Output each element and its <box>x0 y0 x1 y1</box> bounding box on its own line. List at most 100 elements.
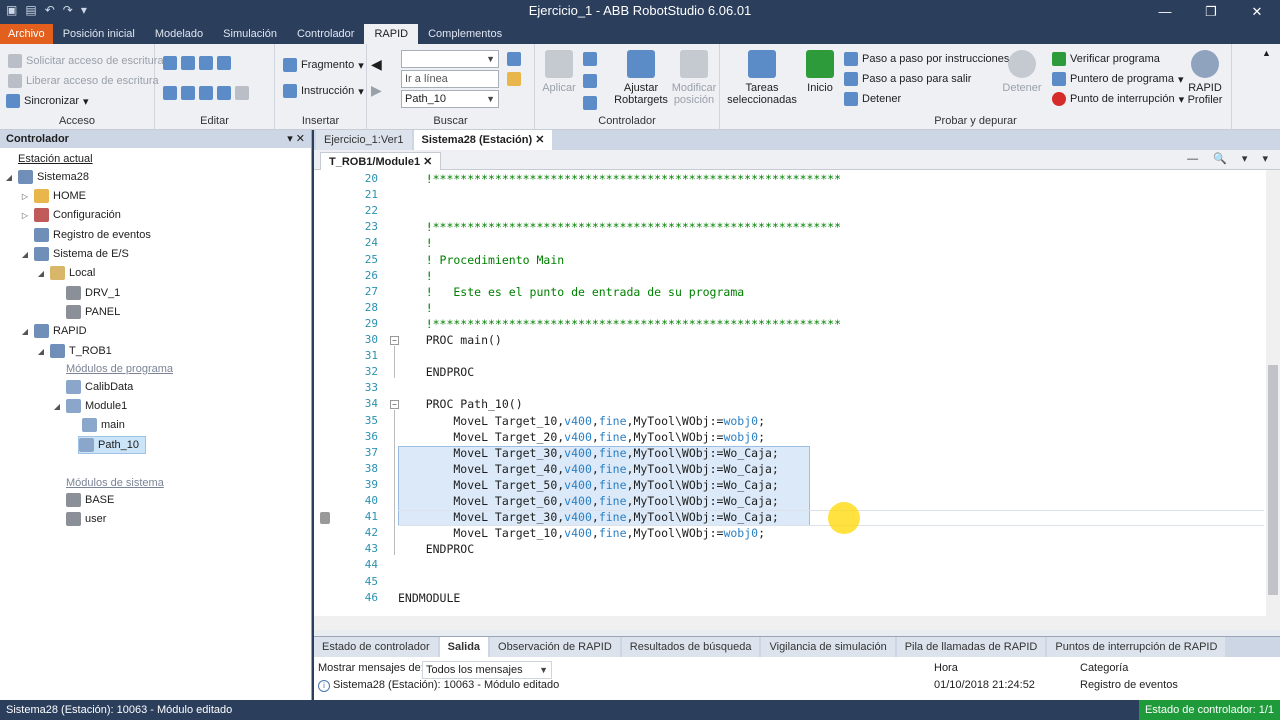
code-line[interactable]: ENDPROC <box>398 542 474 556</box>
tree-node-home[interactable]: ▷ HOME <box>20 187 86 205</box>
tab-modelado[interactable]: Modelado <box>145 24 213 44</box>
tab-sistema28-estacion[interactable]: Sistema28 (Estación) ✕ <box>413 130 553 150</box>
goto-button[interactable] <box>507 72 521 86</box>
collapse-icon[interactable]: ◢ <box>4 173 14 182</box>
rapid-profiler-button[interactable]: RAPID Profiler <box>1182 50 1228 106</box>
inicio-button[interactable]: Inicio <box>802 50 838 94</box>
tree-node-panel[interactable]: PANEL <box>52 303 120 321</box>
close-icon[interactable]: ✕ <box>1234 0 1280 24</box>
tree-node-drv1[interactable]: DRV_1 <box>52 284 120 302</box>
program-button-2[interactable] <box>583 74 597 88</box>
horizontal-scrollbar[interactable] <box>314 616 1280 630</box>
tree-node-user[interactable]: user <box>52 510 106 528</box>
code-line[interactable]: MoveL Target_60,v400,fine,MyTool\WObj:=W… <box>398 494 778 508</box>
code-editor[interactable]: − −20 !**********************************… <box>314 170 1266 616</box>
code-line[interactable]: !***************************************… <box>398 317 841 331</box>
sincronizar-button[interactable]: Sincronizar ▾ <box>6 94 89 108</box>
collapse-icon[interactable]: ◢ <box>20 327 30 336</box>
tab-observacion-rapid[interactable]: Observación de RAPID <box>490 637 620 657</box>
close-icon[interactable]: ✕ <box>423 156 432 168</box>
controller-status[interactable]: Estado de controlador: 1/1 <box>1138 700 1280 720</box>
tab-puntos-interrupcion[interactable]: Puntos de interrupción de RAPID <box>1047 637 1226 657</box>
tareas-seleccionadas-button[interactable]: Tareas seleccionadas <box>724 50 800 106</box>
code-line[interactable]: ! Este es el punto de entrada de su prog… <box>398 285 745 299</box>
edit-buttons[interactable] <box>163 86 249 100</box>
code-line[interactable]: MoveL Target_10,v400,fine,MyTool\WObj:=w… <box>398 414 765 428</box>
tree-node-base[interactable]: BASE <box>52 491 114 509</box>
tab-module1[interactable]: T_ROB1/Module1 ✕ <box>320 152 442 170</box>
solicitar-acceso-button[interactable]: Solicitar acceso de escritura <box>8 54 164 68</box>
scroll-thumb[interactable] <box>1268 365 1278 595</box>
tab-controlador[interactable]: Controlador <box>287 24 364 44</box>
tab-posicion-inicial[interactable]: Posición inicial <box>53 24 145 44</box>
paso-salir-button[interactable]: Paso a paso para salir <box>844 72 971 86</box>
code-line[interactable]: PROC Path_10() <box>398 397 523 411</box>
tree-node-path10[interactable]: Path_10 <box>78 436 146 454</box>
ajustar-robtargets-button[interactable]: Ajustar Robtargets <box>611 50 671 106</box>
liberar-acceso-button[interactable]: Liberar acceso de escritura <box>8 74 159 88</box>
code-line[interactable]: ! Procedimiento Main <box>398 253 564 267</box>
maximize-icon[interactable]: ❐ <box>1188 0 1234 24</box>
minimize-icon[interactable]: — <box>1142 0 1188 24</box>
tree-node-registro[interactable]: Registro de eventos <box>20 226 151 244</box>
tab-vigilancia-simulacion[interactable]: Vigilancia de simulación <box>761 637 895 657</box>
tree-node-calibdata[interactable]: CalibData <box>52 378 133 396</box>
hora-header[interactable]: Hora <box>934 662 958 674</box>
tree-node-configuracion[interactable]: ▷ Configuración <box>20 206 121 224</box>
ribbon-collapse-icon[interactable]: ▲ <box>1262 48 1271 58</box>
verificar-programa-button[interactable]: Verificar programa <box>1052 52 1160 66</box>
code-line[interactable]: MoveL Target_30,v400,fine,MyTool\WObj:=W… <box>398 446 778 460</box>
paso-instrucciones-button[interactable]: Paso a paso por instrucciones <box>844 52 1009 66</box>
detener-small-button[interactable]: Detener <box>844 92 901 106</box>
tree-node-sistema[interactable]: ◢ Sistema28 <box>4 168 89 186</box>
tab-complementos[interactable]: Complementos <box>418 24 512 44</box>
tab-rapid[interactable]: RAPID <box>364 24 419 44</box>
tab-simulacion[interactable]: Simulación <box>213 24 287 44</box>
tree-node-rapid[interactable]: ◢ RAPID <box>20 322 87 340</box>
fragmento-button[interactable]: Fragmento ▾ <box>283 58 364 72</box>
code-line[interactable]: ! <box>398 236 433 250</box>
message-filter-select[interactable]: Todos los mensajes ▼ <box>422 661 552 679</box>
tab-estado-controlador[interactable]: Estado de controlador <box>314 637 438 657</box>
editor-tools[interactable]: — 🔍 ▾ ▾ <box>1187 152 1274 165</box>
code-line[interactable]: ! <box>398 301 433 315</box>
tab-salida[interactable]: Salida <box>439 637 489 657</box>
output-message-row[interactable]: i Sistema28 (Estación): 10063 - Módulo ed… <box>318 679 559 692</box>
tab-ejercicio-view[interactable]: Ejercicio_1:Ver1 <box>316 130 412 150</box>
code-line[interactable]: ENDPROC <box>398 365 474 379</box>
collapse-icon[interactable]: ◢ <box>36 269 46 278</box>
code-line[interactable]: MoveL Target_40,v400,fine,MyTool\WObj:=W… <box>398 462 778 476</box>
code-line[interactable]: ! <box>398 269 433 283</box>
breakpoint-marker-icon[interactable] <box>320 512 330 525</box>
punto-interrupcion-button[interactable]: Punto de interrupción ▾ <box>1052 92 1184 106</box>
collapse-icon[interactable]: ◢ <box>36 347 46 356</box>
expand-icon[interactable]: ▷ <box>20 192 30 201</box>
program-button-1[interactable] <box>583 52 597 66</box>
aplicar-button[interactable]: Aplicar <box>539 50 579 94</box>
procedure-combo[interactable]: Path_10 ▼ <box>401 90 499 108</box>
instruccion-button[interactable]: Instrucción ▾ <box>283 84 364 98</box>
vertical-scrollbar[interactable] <box>1266 170 1280 616</box>
tree-node-sistema-es[interactable]: ◢ Sistema de E/S <box>20 245 129 263</box>
tab-archivo[interactable]: Archivo <box>0 24 53 44</box>
code-line[interactable]: MoveL Target_10,v400,fine,MyTool\WObj:=w… <box>398 526 765 540</box>
puntero-programa-button[interactable]: Puntero de programa ▾ <box>1052 72 1183 86</box>
find-button[interactable] <box>507 52 521 66</box>
code-line[interactable]: PROC main() <box>398 333 502 347</box>
forward-button[interactable]: ▶ <box>371 82 382 99</box>
tree-node-module1[interactable]: ◢ Module1 <box>52 397 127 415</box>
tab-resultados-busqueda[interactable]: Resultados de búsqueda <box>621 637 760 657</box>
tree-node-trob1[interactable]: ◢ T_ROB1 <box>36 342 112 360</box>
modificar-posicion-button[interactable]: Modificar posición <box>669 50 719 106</box>
categoria-header[interactable]: Categoría <box>1080 662 1128 674</box>
collapse-icon[interactable]: ◢ <box>20 250 30 259</box>
program-button-3[interactable] <box>583 96 597 110</box>
code-line[interactable]: ENDMODULE <box>398 591 460 605</box>
tree-node-local[interactable]: ◢ Local <box>36 264 95 282</box>
pin-close-icons[interactable]: ▾ ✕ <box>287 130 305 148</box>
code-line[interactable]: !***************************************… <box>398 220 841 234</box>
tree-node-main[interactable]: main <box>68 416 125 434</box>
collapse-icon[interactable]: ◢ <box>52 402 62 411</box>
close-icon[interactable]: ✕ <box>535 134 544 146</box>
indent-buttons[interactable] <box>163 56 231 70</box>
